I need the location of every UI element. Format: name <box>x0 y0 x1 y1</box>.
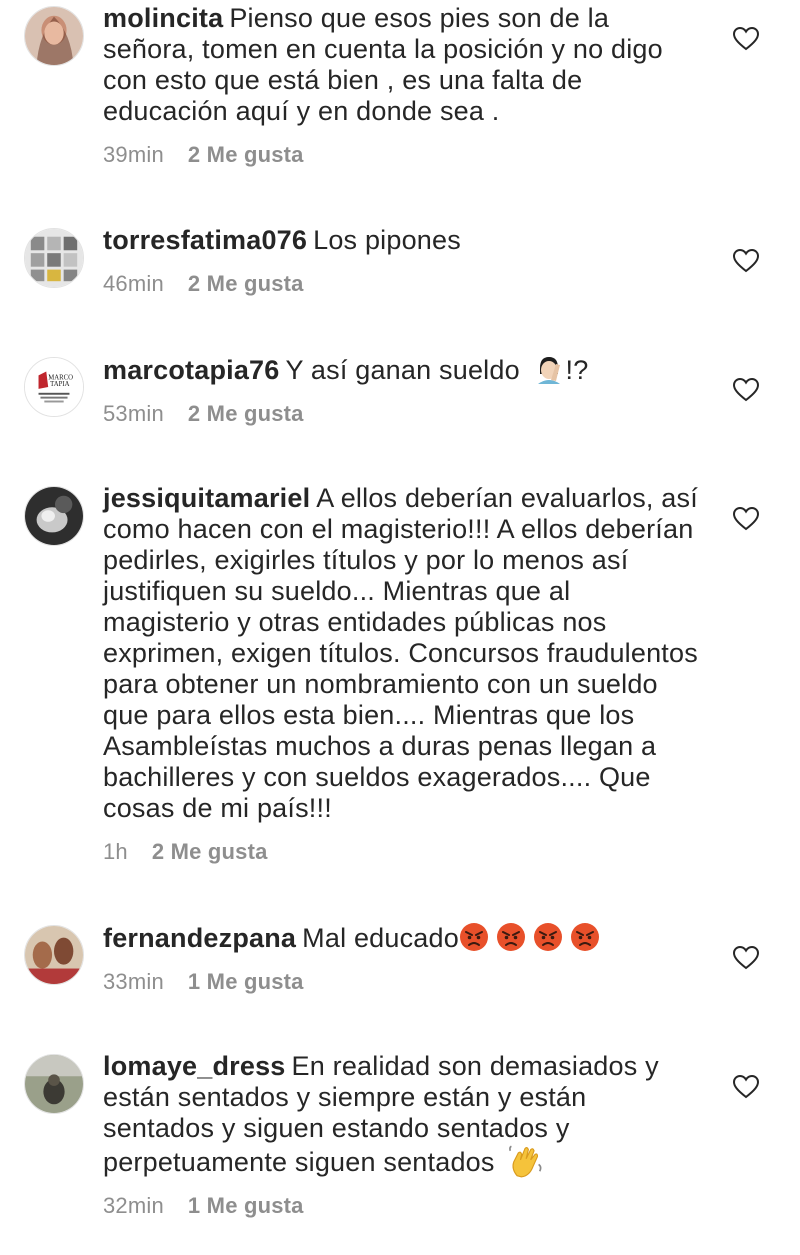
comment-time: 39min <box>103 142 164 167</box>
angry-face-emoji <box>459 923 488 951</box>
heart-outline-icon[interactable] <box>733 378 759 402</box>
likes-count[interactable]: 2 Me gusta <box>188 401 304 426</box>
username[interactable]: torresfatima076 <box>103 225 307 255</box>
avatar-photo <box>25 926 83 984</box>
comment-text-block: fernandezpana Mal educado <box>103 922 703 954</box>
avatar[interactable]: MARCO TAPIA <box>24 357 84 417</box>
username[interactable]: fernandezpana <box>103 923 296 953</box>
comment-text-block: marcotapia76 Y así ganan sueldo !? <box>103 354 703 386</box>
username[interactable]: molincita <box>103 3 223 33</box>
comment-time: 46min <box>103 271 164 296</box>
comment-text-block: jessiquitamariel A ellos deberían evaluar… <box>103 483 703 824</box>
waving-hand-emoji <box>509 1145 542 1178</box>
heart-outline-icon[interactable] <box>733 946 759 970</box>
comment-text: Mal educado <box>302 923 459 953</box>
likes-count[interactable]: 1 Me gusta <box>188 969 304 994</box>
comment-text-block: torresfatima076 Los pipones <box>103 225 703 256</box>
avatar[interactable] <box>24 486 84 546</box>
logo-text-line2: TAPIA <box>50 381 69 388</box>
angry-emoji-group <box>459 923 607 953</box>
comment-meta: 32min 1 Me gusta <box>103 1193 703 1219</box>
likes-count[interactable]: 2 Me gusta <box>188 271 304 296</box>
comment-text: Los pipones <box>313 225 461 255</box>
username[interactable]: lomaye_dress <box>103 1051 286 1081</box>
heart-outline-icon[interactable] <box>733 1075 759 1099</box>
comment-time: 32min <box>103 1193 164 1218</box>
comment-text: Y así ganan sueldo <box>285 355 520 385</box>
avatar-photo <box>25 7 83 65</box>
likes-count[interactable]: 2 Me gusta <box>188 142 304 167</box>
comment-meta: 33min 1 Me gusta <box>103 969 703 995</box>
heart-outline-icon[interactable] <box>733 27 759 51</box>
likes-count[interactable]: 2 Me gusta <box>152 839 268 864</box>
avatar-photo <box>25 487 83 545</box>
avatar-photo <box>25 1055 83 1113</box>
angry-face-emoji <box>496 923 525 951</box>
comment-body: lomaye_dress En realidad son demasiados y… <box>103 1051 703 1219</box>
avatar[interactable] <box>24 1054 84 1114</box>
avatar-photo <box>25 229 83 287</box>
comment-text-suffix: !? <box>565 355 589 385</box>
comment-time: 1h <box>103 839 128 864</box>
comment-meta: 53min 2 Me gusta <box>103 401 703 427</box>
username[interactable]: marcotapia76 <box>103 355 280 385</box>
angry-face-emoji <box>570 923 599 951</box>
comment-time: 53min <box>103 401 164 426</box>
comment-time: 33min <box>103 969 164 994</box>
comment-meta: 46min 2 Me gusta <box>103 271 703 297</box>
marco-tapia-logo: MARCO TAPIA <box>25 358 83 416</box>
comment-meta: 1h 2 Me gusta <box>103 839 703 865</box>
comment-text-block: molincita Pienso que esos pies son de la … <box>103 3 703 127</box>
comment-text: A ellos deberían evaluarlos, así como ha… <box>103 483 698 823</box>
avatar[interactable] <box>24 925 84 985</box>
comment-body: molincita Pienso que esos pies son de la … <box>103 3 703 168</box>
angry-face-emoji <box>533 923 562 951</box>
facepalm-emoji <box>537 357 560 384</box>
heart-outline-icon[interactable] <box>733 249 759 273</box>
comment-body: fernandezpana Mal educado 33min 1 Me gusta <box>103 922 703 995</box>
comment-text-block: lomaye_dress En realidad son demasiados y… <box>103 1051 703 1178</box>
comment-meta: 39min 2 Me gusta <box>103 142 703 168</box>
username[interactable]: jessiquitamariel <box>103 483 310 513</box>
comment-body: torresfatima076 Los pipones 46min 2 Me gus… <box>103 225 703 297</box>
likes-count[interactable]: 1 Me gusta <box>188 1193 304 1218</box>
comment-body: jessiquitamariel A ellos deberían evaluar… <box>103 483 703 865</box>
avatar[interactable] <box>24 6 84 66</box>
heart-outline-icon[interactable] <box>733 507 759 531</box>
avatar[interactable] <box>24 228 84 288</box>
comment-body: marcotapia76 Y así ganan sueldo !? 53min 2… <box>103 354 703 427</box>
